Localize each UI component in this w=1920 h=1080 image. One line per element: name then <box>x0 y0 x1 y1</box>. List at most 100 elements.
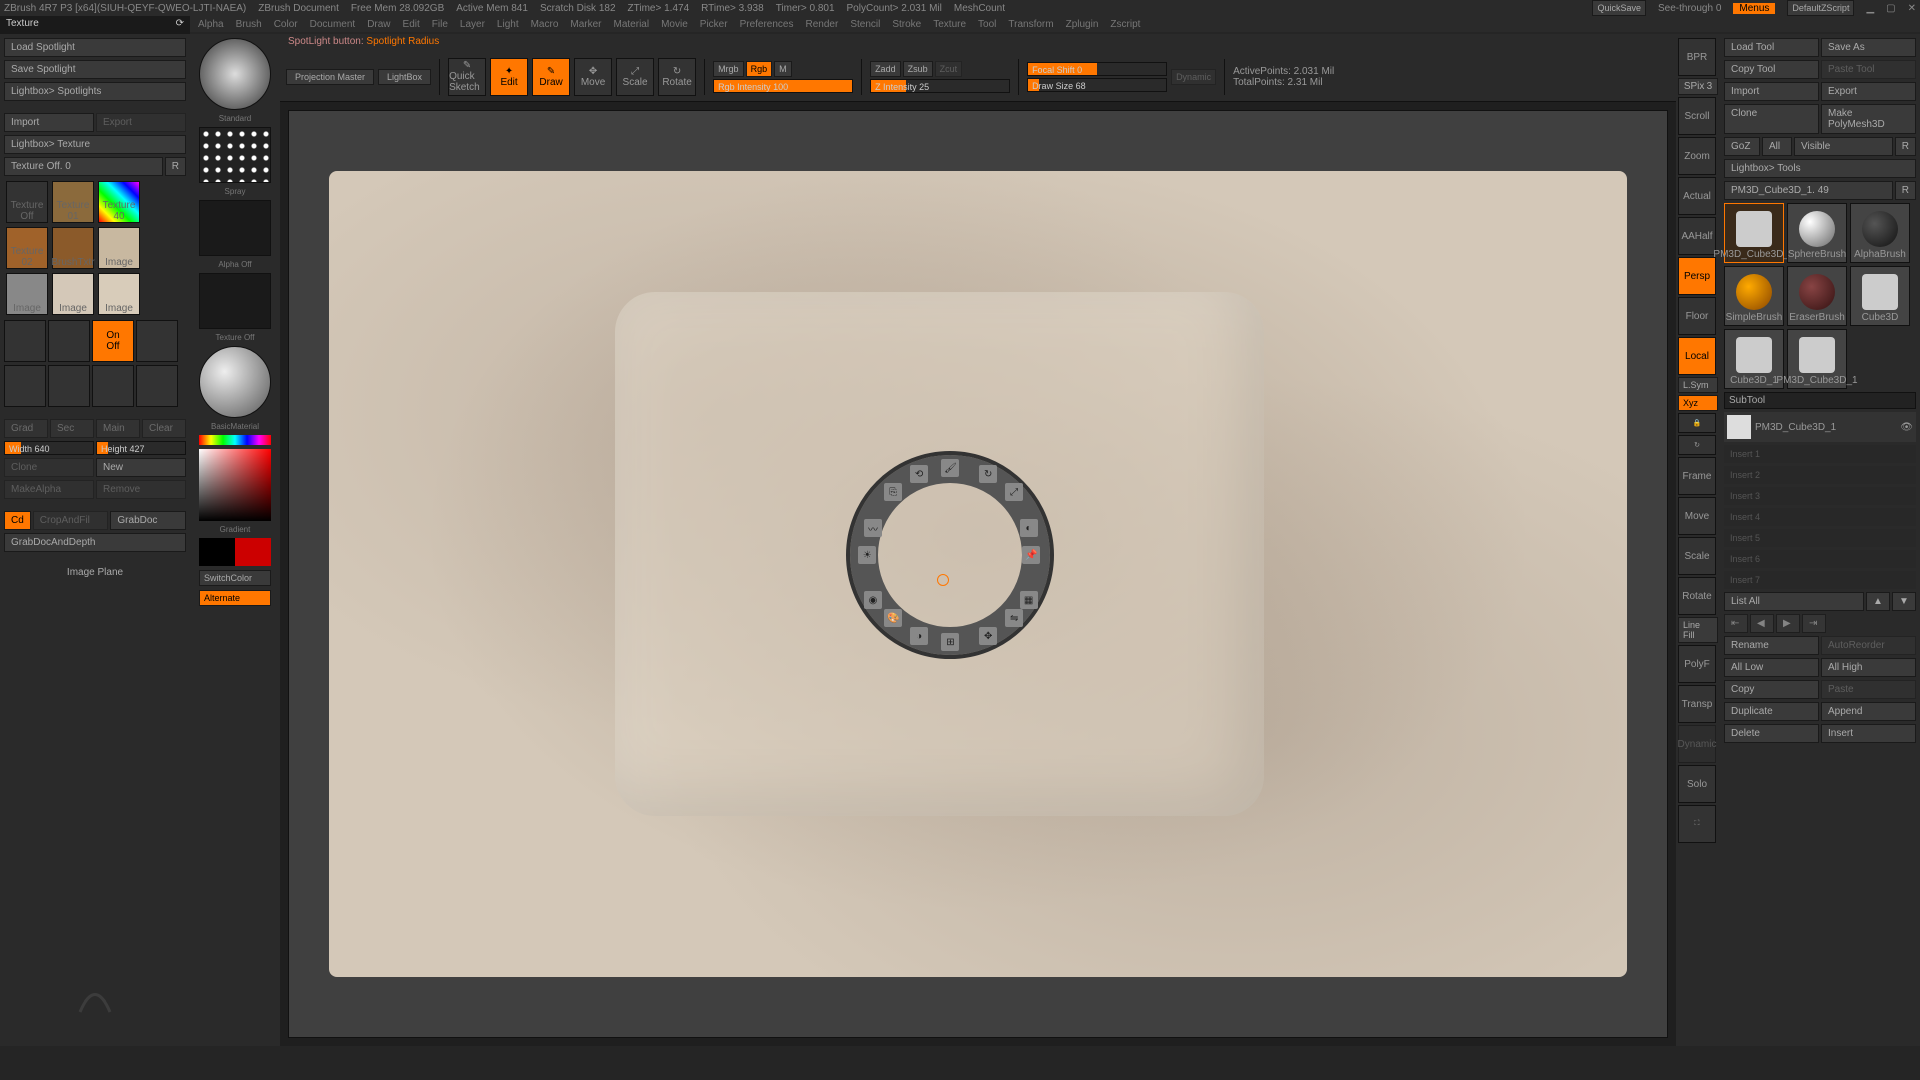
material-selector[interactable] <box>199 346 271 418</box>
load-spotlight-button[interactable]: Load Spotlight <box>4 38 186 57</box>
zadd-button[interactable]: Zadd <box>870 61 901 77</box>
persp-button[interactable]: Persp <box>1678 257 1716 295</box>
z-intensity-slider[interactable]: Z Intensity 25 <box>870 79 1010 93</box>
texture-thumb-off[interactable]: Texture Off <box>6 181 48 223</box>
insert-button[interactable]: Insert <box>1821 724 1916 743</box>
menu-macro[interactable]: Macro <box>531 19 559 30</box>
texture-r-button[interactable]: R <box>165 157 186 176</box>
menu-marker[interactable]: Marker <box>570 19 601 30</box>
tool-spherebrush[interactable]: SphereBrush <box>1787 203 1847 263</box>
menu-material[interactable]: Material <box>614 19 650 30</box>
nav-rot-icon[interactable]: ↻ <box>1678 435 1716 455</box>
floor-button[interactable]: Floor <box>1678 297 1716 335</box>
texture-thumb-40[interactable]: Texture 40 <box>98 181 140 223</box>
clear-button[interactable]: Clear <box>142 419 186 438</box>
subtool-slot-6[interactable]: Insert 6 <box>1724 550 1916 568</box>
zsub-button[interactable]: Zsub <box>903 61 933 77</box>
subtool-down-icon[interactable]: ▼ <box>1892 592 1916 611</box>
polyf-button[interactable]: PolyF <box>1678 645 1716 683</box>
tex-util-1[interactable] <box>4 365 46 407</box>
subtool-start-icon[interactable]: ⇤ <box>1724 614 1748 633</box>
subtool-paste-button[interactable]: Paste <box>1821 680 1916 699</box>
export-texture-button[interactable]: Export <box>96 113 186 132</box>
tex-tool-1[interactable] <box>4 320 46 362</box>
subtool-slot-4[interactable]: Insert 4 <box>1724 508 1916 526</box>
goz-visible-button[interactable]: Visible <box>1794 137 1893 156</box>
grabdocanddepth-button[interactable]: GrabDocAndDepth <box>4 533 186 552</box>
new-button[interactable]: New <box>96 458 186 477</box>
dial-smudge-icon[interactable]: 〰 <box>864 519 882 537</box>
dial-pin-icon[interactable]: 📌 <box>1022 546 1040 564</box>
dial-scale-icon[interactable]: ⤢ <box>1005 483 1023 501</box>
goz-r-button[interactable]: R <box>1895 137 1916 156</box>
rgb-button[interactable]: Rgb <box>746 61 773 77</box>
aahalf-button[interactable]: AAHalf <box>1678 217 1716 255</box>
menu-alpha[interactable]: Alpha <box>198 19 224 30</box>
projection-master-button[interactable]: Projection Master <box>286 69 374 85</box>
lightbox-button[interactable]: LightBox <box>378 69 431 85</box>
autoreorder-button[interactable]: AutoReorder <box>1821 636 1916 655</box>
menu-edit[interactable]: Edit <box>403 19 420 30</box>
cd-button[interactable]: Cd <box>4 511 31 530</box>
menu-draw[interactable]: Draw <box>367 19 390 30</box>
dial-clone-icon[interactable]: ⎘ <box>884 483 902 501</box>
rotate-button[interactable]: ↻Rotate <box>658 58 696 96</box>
subtool-next-icon[interactable]: ▶ <box>1776 614 1800 633</box>
subtool-item-active[interactable]: PM3D_Cube3D_1 👁 <box>1724 412 1916 442</box>
stroke-selector[interactable] <box>199 127 271 183</box>
zoom-extents-icon[interactable]: ⛶ <box>1678 805 1716 843</box>
lightbox-spotlights-button[interactable]: Lightbox> Spotlights <box>4 82 186 101</box>
dial-grid-icon[interactable]: ⊞ <box>941 633 959 651</box>
texture-thumb-image4[interactable]: Image <box>98 273 140 315</box>
cropandfill-button[interactable]: CropAndFil <box>33 511 109 530</box>
rgb-intensity-slider[interactable]: Rgb Intensity 100 <box>713 79 853 93</box>
dial-hue-icon[interactable]: 🎨 <box>884 609 902 627</box>
delete-button[interactable]: Delete <box>1724 724 1819 743</box>
texture-selector[interactable] <box>199 273 271 329</box>
subtool-prev-icon[interactable]: ◀ <box>1750 614 1774 633</box>
menu-preferences[interactable]: Preferences <box>740 19 794 30</box>
tool-simplebrush[interactable]: SimpleBrush <box>1724 266 1784 326</box>
window-close-icon[interactable]: ✕ <box>1908 3 1916 14</box>
nav-dynamic-button[interactable]: Dynamic <box>1678 725 1716 763</box>
dial-contrast-icon[interactable]: ◑ <box>910 627 928 645</box>
menu-transform[interactable]: Transform <box>1008 19 1053 30</box>
listall-button[interactable]: List All <box>1724 592 1864 611</box>
tool-pm3d-cube-2[interactable]: PM3D_Cube3D_1 <box>1787 329 1847 389</box>
zoom-button[interactable]: Zoom <box>1678 137 1716 175</box>
scroll-button[interactable]: Scroll <box>1678 97 1716 135</box>
dial-tile-icon[interactable]: ▦ <box>1020 591 1038 609</box>
color-swatches[interactable] <box>199 538 271 566</box>
height-slider[interactable]: Height 427 <box>96 441 186 455</box>
tex-tool-4[interactable] <box>136 320 178 362</box>
alpha-selector[interactable] <box>199 200 271 256</box>
tool-cube3d[interactable]: Cube3D <box>1850 266 1910 326</box>
pastetool-button[interactable]: Paste Tool <box>1821 60 1916 79</box>
window-max-icon[interactable]: ▢ <box>1886 3 1895 14</box>
tool-export-button[interactable]: Export <box>1821 82 1916 101</box>
m-button[interactable]: M <box>774 61 792 77</box>
image-plane-label[interactable]: Image Plane <box>4 564 186 581</box>
rename-button[interactable]: Rename <box>1724 636 1819 655</box>
window-min-icon[interactable]: ▁ <box>1866 3 1874 14</box>
tex-on-off-toggle[interactable]: OnOff <box>92 320 134 362</box>
current-tool-label[interactable]: PM3D_Cube3D_1. 49 <box>1724 181 1893 200</box>
actual-button[interactable]: Actual <box>1678 177 1716 215</box>
linefill-button[interactable]: Line Fill <box>1678 617 1718 643</box>
width-slider[interactable]: Width 640 <box>4 441 94 455</box>
nav-move-button[interactable]: Move <box>1678 497 1716 535</box>
panel-cycle-icon[interactable]: ⟳ <box>176 18 184 32</box>
main-button[interactable]: Main <box>96 419 140 438</box>
quicksketch-button[interactable]: ✎Quick Sketch <box>448 58 486 96</box>
dial-flip-icon[interactable]: ⇋ <box>1005 609 1023 627</box>
mrgb-button[interactable]: Mrgb <box>713 61 744 77</box>
spotlight-dial[interactable]: 🖌 ↻ ⤢ ◐ 📌 ▦ ⇋ ✥ ⊞ ◑ 🎨 ◉ ☀ 〰 ⎘ ⟲ <box>850 455 1050 655</box>
saveas-button[interactable]: Save As <box>1821 38 1916 57</box>
tex-util-2[interactable] <box>48 365 90 407</box>
duplicate-button[interactable]: Duplicate <box>1724 702 1819 721</box>
move-button[interactable]: ✥Move <box>574 58 612 96</box>
texture-thumb-image1[interactable]: Image <box>98 227 140 269</box>
menu-zplugin[interactable]: Zplugin <box>1066 19 1099 30</box>
tool-alphabrush[interactable]: AlphaBrush <box>1850 203 1910 263</box>
subtool-header[interactable]: SubTool <box>1724 392 1916 409</box>
